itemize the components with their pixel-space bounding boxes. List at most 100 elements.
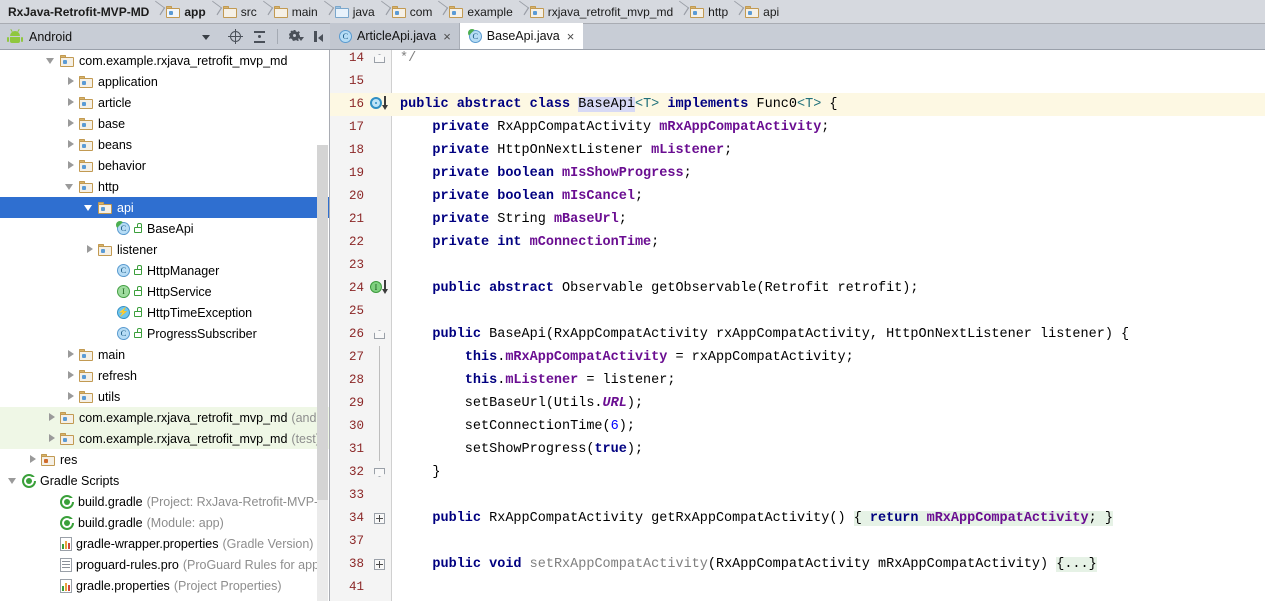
tree-folder-row[interactable]: http bbox=[0, 176, 329, 197]
chevron-right-icon[interactable] bbox=[65, 349, 76, 360]
editor-tab-articleapi-java[interactable]: C ArticleApi.java × bbox=[330, 23, 460, 49]
code-line[interactable]: 31 setShowProgress(true); bbox=[330, 438, 1265, 461]
chevron-right-icon[interactable] bbox=[84, 244, 95, 255]
fold-region-end-icon[interactable] bbox=[374, 468, 385, 477]
project-view-selector[interactable]: Android bbox=[0, 24, 220, 49]
code-line[interactable]: 14 */ bbox=[330, 50, 1265, 70]
code-line[interactable]: 37 bbox=[330, 530, 1265, 553]
breadcrumb-item-main[interactable]: main bbox=[270, 0, 320, 24]
breadcrumb-item-app[interactable]: app bbox=[162, 0, 207, 24]
tree-file-row[interactable]: gradle-wrapper.properties (Gradle Version… bbox=[0, 533, 329, 554]
tree-file-row[interactable]: ⚡ HttpTimeException bbox=[0, 302, 329, 323]
code-line[interactable]: 22 private int mConnectionTime; bbox=[330, 231, 1265, 254]
fold-expand-icon[interactable] bbox=[374, 559, 385, 570]
code-line[interactable]: 20 private boolean mIsCancel; bbox=[330, 185, 1265, 208]
breadcrumb-item-rxjava-retrofit-mvp-md[interactable]: RxJava-Retrofit-MVP-MD bbox=[4, 0, 151, 24]
tree-folder-row[interactable]: listener bbox=[0, 239, 329, 260]
breadcrumb-item-api[interactable]: api bbox=[741, 0, 781, 24]
chevron-right-icon[interactable] bbox=[65, 370, 76, 381]
tree-folder-row[interactable]: main bbox=[0, 344, 329, 365]
sidebar-scrollbar-thumb[interactable] bbox=[317, 145, 328, 500]
breadcrumb-item-src[interactable]: src bbox=[219, 0, 259, 24]
hide-panel-icon[interactable] bbox=[312, 29, 327, 44]
close-icon[interactable]: × bbox=[443, 30, 451, 43]
code-line[interactable]: 26 public BaseApi(RxAppCompatActivity rx… bbox=[330, 323, 1265, 346]
code-line[interactable]: 29 setBaseUrl(Utils.URL); bbox=[330, 392, 1265, 415]
chevron-right-icon[interactable] bbox=[46, 412, 57, 423]
tree-folder-row[interactable]: refresh bbox=[0, 365, 329, 386]
properties-icon bbox=[60, 578, 72, 593]
chevron-down-icon[interactable] bbox=[65, 181, 76, 192]
code-line[interactable]: 23 bbox=[330, 254, 1265, 277]
code-editor[interactable]: 14 */ 15 16 public abstract class BaseApi<T>… bbox=[330, 50, 1265, 601]
code-line[interactable]: 21 private String mBaseUrl; bbox=[330, 208, 1265, 231]
chevron-right-icon[interactable] bbox=[65, 160, 76, 171]
fold-region-start-icon[interactable] bbox=[374, 54, 385, 63]
tree-folder-row[interactable]: utils bbox=[0, 386, 329, 407]
chevron-down-icon[interactable] bbox=[8, 475, 19, 486]
settings-gear-icon[interactable] bbox=[288, 29, 304, 44]
chevron-right-icon[interactable] bbox=[65, 391, 76, 402]
tree-folder-row[interactable]: Gradle Scripts bbox=[0, 470, 329, 491]
tree-file-row[interactable]: C BaseApi bbox=[0, 218, 329, 239]
locate-target-icon[interactable] bbox=[228, 29, 243, 44]
tree-folder-row[interactable]: article bbox=[0, 92, 329, 113]
code-line[interactable]: 34 public RxAppCompatActivity getRxAppCo… bbox=[330, 507, 1265, 530]
tree-folder-row[interactable]: com.example.rxjava_retrofit_mvp_md bbox=[0, 50, 329, 71]
overridden-method-marker-icon[interactable]: I bbox=[370, 279, 390, 297]
tree-file-row[interactable]: proguard-rules.pro (ProGuard Rules for ap… bbox=[0, 554, 329, 575]
code-line[interactable]: 27 this.mRxAppCompatActivity = rxAppComp… bbox=[330, 346, 1265, 369]
tree-folder-row[interactable]: res bbox=[0, 449, 329, 470]
code-line[interactable]: 33 bbox=[330, 484, 1265, 507]
fold-expand-icon[interactable] bbox=[374, 513, 385, 524]
breadcrumb: RxJava-Retrofit-MVP-MD app src main java com e… bbox=[0, 0, 1265, 24]
collapse-all-icon[interactable] bbox=[252, 29, 267, 44]
tree-folder-row[interactable]: build.gradle (Project: RxJava-Retrofit-MV… bbox=[0, 491, 329, 512]
close-icon[interactable]: × bbox=[567, 30, 575, 43]
code-line[interactable]: 41 bbox=[330, 576, 1265, 599]
breadcrumb-item-http[interactable]: http bbox=[686, 0, 730, 24]
fold-region-start-icon[interactable] bbox=[374, 330, 385, 339]
breadcrumb-item-java[interactable]: java bbox=[331, 0, 377, 24]
chevron-right-icon[interactable] bbox=[65, 76, 76, 87]
tree-file-row[interactable]: C ProgressSubscriber bbox=[0, 323, 329, 344]
breadcrumb-item-rxjava-retrofit-mvp-md[interactable]: rxjava_retrofit_mvp_md bbox=[526, 0, 675, 24]
chevron-right-icon[interactable] bbox=[65, 97, 76, 108]
line-number: 18 bbox=[348, 143, 364, 157]
chevron-right-icon[interactable] bbox=[65, 139, 76, 150]
chevron-down-icon[interactable] bbox=[46, 55, 57, 66]
project-tree-panel[interactable]: com.example.rxjava_retrofit_mvp_md applic… bbox=[0, 50, 330, 601]
chevron-right-icon[interactable] bbox=[46, 433, 57, 444]
tree-folder-row[interactable]: base bbox=[0, 113, 329, 134]
tree-folder-row[interactable]: com.example.rxjava_retrofit_mvp_md (andr bbox=[0, 407, 329, 428]
breadcrumb-item-com[interactable]: com bbox=[388, 0, 435, 24]
code-line[interactable]: 28 this.mListener = listener; bbox=[330, 369, 1265, 392]
chevron-down-icon[interactable] bbox=[84, 202, 95, 213]
code-line[interactable]: 19 private boolean mIsShowProgress; bbox=[330, 162, 1265, 185]
editor-tab-baseapi-java[interactable]: C BaseApi.java × bbox=[459, 23, 584, 49]
tree-folder-row[interactable]: behavior bbox=[0, 155, 329, 176]
code-line[interactable]: 17 private RxAppCompatActivity mRxAppCom… bbox=[330, 116, 1265, 139]
editor-tab-bar: C ArticleApi.java × C BaseApi.java × bbox=[330, 23, 1265, 49]
code-line[interactable]: 30 setConnectionTime(6); bbox=[330, 415, 1265, 438]
code-line[interactable]: 18 private HttpOnNextListener mListener; bbox=[330, 139, 1265, 162]
tree-file-row[interactable]: C HttpManager bbox=[0, 260, 329, 281]
chevron-down-icon[interactable] bbox=[202, 35, 210, 40]
tree-file-row[interactable]: I HttpService bbox=[0, 281, 329, 302]
code-line[interactable]: 25 bbox=[330, 300, 1265, 323]
code-line[interactable]: 32 } bbox=[330, 461, 1265, 484]
code-line[interactable]: 38 public void setRxAppCompatActivity(Rx… bbox=[330, 553, 1265, 576]
tree-file-row[interactable]: gradle.properties (Project Properties) bbox=[0, 575, 329, 596]
tree-folder-row[interactable]: application bbox=[0, 71, 329, 92]
tree-folder-row[interactable]: com.example.rxjava_retrofit_mvp_md (test) bbox=[0, 428, 329, 449]
code-line[interactable]: 16 public abstract class BaseApi<T> imple… bbox=[330, 93, 1265, 116]
chevron-right-icon[interactable] bbox=[27, 454, 38, 465]
code-line[interactable]: 15 bbox=[330, 70, 1265, 93]
tree-folder-row[interactable]: build.gradle (Module: app) bbox=[0, 512, 329, 533]
code-line[interactable]: 24 I public abstract Observable getObserv… bbox=[330, 277, 1265, 300]
chevron-right-icon[interactable] bbox=[65, 118, 76, 129]
breadcrumb-item-example[interactable]: example bbox=[445, 0, 514, 24]
tree-folder-row[interactable]: beans bbox=[0, 134, 329, 155]
implemented-method-marker-icon[interactable] bbox=[370, 95, 390, 113]
tree-folder-row[interactable]: api bbox=[0, 197, 329, 218]
